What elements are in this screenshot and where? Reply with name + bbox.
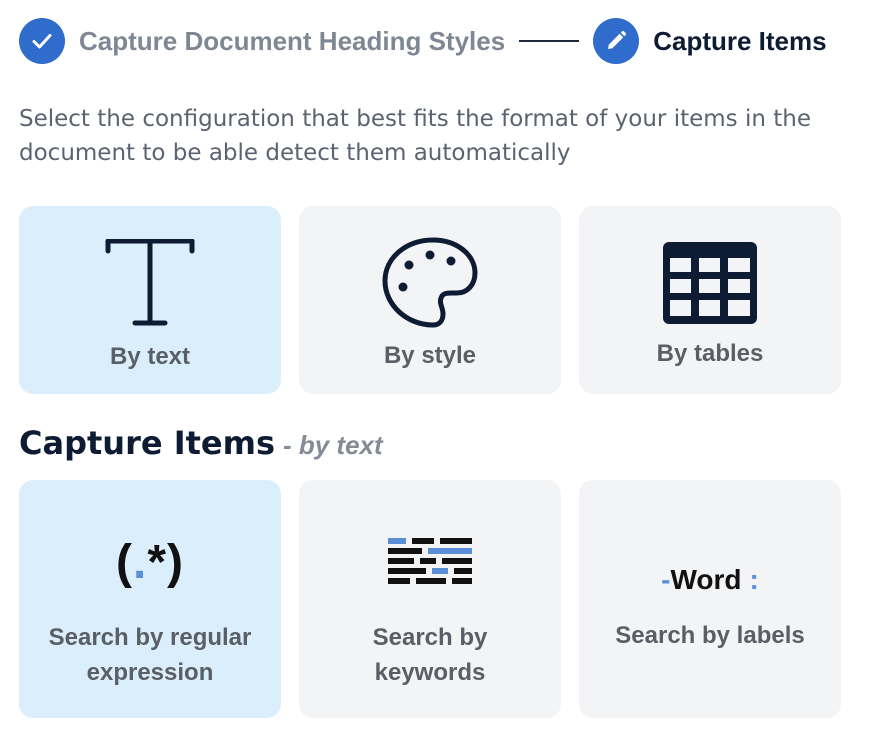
- option-label-line2: keywords: [374, 659, 486, 686]
- regex-open-paren: (: [116, 535, 133, 589]
- option-label: Search by regular expression: [49, 620, 252, 690]
- step-connector: [519, 40, 580, 42]
- icon-container: [388, 538, 472, 586]
- option-label: By style: [383, 342, 477, 369]
- option-label-line2: expression: [86, 659, 214, 686]
- table-icon: [663, 242, 757, 324]
- icon-container: [105, 239, 195, 327]
- palette-icon: [382, 237, 478, 328]
- option-label: Search by keywords: [373, 620, 488, 690]
- step-completed-indicator[interactable]: [19, 18, 65, 64]
- option-label: Search by labels: [615, 622, 805, 649]
- description-text: Select the configuration that best fits …: [19, 106, 811, 166]
- text-search-options: (. *) Search by regular expression Searc…: [19, 480, 841, 718]
- step-active-indicator: [593, 18, 640, 64]
- capture-items-wizard: Capture Document Heading Styles Capture …: [0, 0, 876, 740]
- check-icon: [32, 34, 52, 49]
- section-title-main: Capture Items: [19, 424, 275, 462]
- option-by-tables[interactable]: By tables: [579, 206, 841, 394]
- regex-icon: (. *): [116, 532, 184, 592]
- stepper: Capture Document Heading Styles Capture …: [19, 18, 827, 64]
- option-by-style[interactable]: By style: [299, 206, 561, 394]
- step-label-capture-items: Capture Items: [653, 25, 827, 56]
- icon-container: [381, 237, 479, 328]
- option-search-regex[interactable]: (. *) Search by regular expression: [19, 480, 281, 718]
- config-options: By text By style By tables: [19, 206, 841, 394]
- section-title: Capture Items - by text: [19, 424, 383, 462]
- option-label-line1: Search by regular: [48, 624, 252, 651]
- icon-container: [661, 240, 759, 326]
- step-label-heading-styles[interactable]: Capture Document Heading Styles: [79, 26, 505, 57]
- regex-star-close: *): [147, 535, 184, 589]
- keywords-icon: [388, 538, 472, 584]
- word-dash: -: [661, 564, 671, 595]
- word-text: Word: [670, 564, 742, 595]
- section-title-sub: - by text: [282, 430, 383, 460]
- option-label: By text: [109, 343, 191, 370]
- regex-dot: .: [132, 535, 148, 589]
- option-label-line1: Search by: [372, 624, 488, 651]
- text-t-icon: [105, 239, 195, 326]
- word-colon: :: [749, 564, 759, 595]
- option-search-keywords[interactable]: Search by keywords: [299, 480, 561, 718]
- pencil-icon: [608, 30, 627, 49]
- option-label: By tables: [656, 340, 764, 367]
- option-by-text[interactable]: By text: [19, 206, 281, 394]
- option-search-labels[interactable]: - Word: Search by labels: [579, 480, 841, 718]
- word-label-icon: - Word:: [661, 560, 759, 600]
